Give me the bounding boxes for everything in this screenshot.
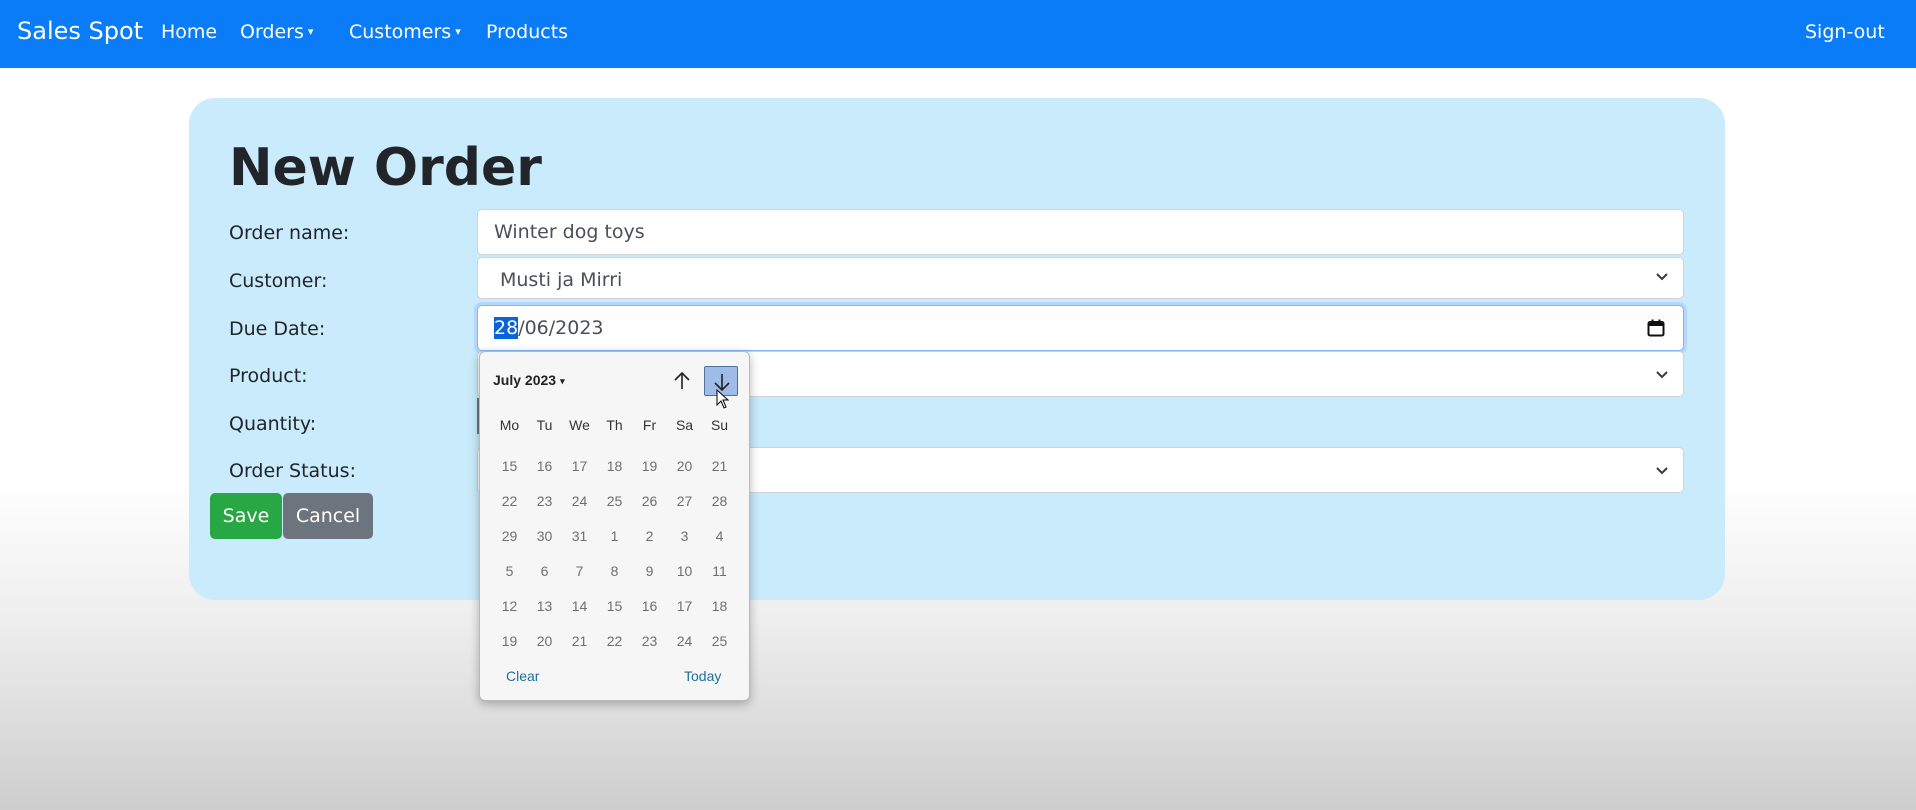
month-year-selector[interactable]: July 2023 ▾ bbox=[493, 372, 565, 388]
calendar-day[interactable]: 21 bbox=[562, 633, 597, 649]
calendar-day[interactable]: 1 bbox=[597, 528, 632, 544]
calendar-day[interactable]: 20 bbox=[667, 458, 702, 474]
due-date-rest: /06/2023 bbox=[518, 317, 604, 339]
calendar-day[interactable]: 23 bbox=[632, 633, 667, 649]
calendar-day[interactable]: 2 bbox=[632, 528, 667, 544]
weekday-header: We bbox=[569, 417, 590, 433]
calendar-day[interactable]: 16 bbox=[632, 598, 667, 614]
nav-orders-label: Orders bbox=[240, 21, 304, 43]
calendar-day[interactable]: 12 bbox=[492, 598, 527, 614]
nav-products[interactable]: Products bbox=[486, 21, 568, 43]
arrow-up-icon bbox=[674, 371, 690, 389]
caret-down-icon: ▾ bbox=[307, 25, 314, 38]
calendar-day[interactable]: 7 bbox=[562, 563, 597, 579]
order-status-label: Order Status: bbox=[229, 460, 356, 482]
calendar-day[interactable]: 25 bbox=[702, 633, 737, 649]
calendar-day[interactable]: 25 bbox=[597, 493, 632, 509]
calendar-day[interactable]: 18 bbox=[597, 458, 632, 474]
calendar-day[interactable]: 26 bbox=[632, 493, 667, 509]
calendar-day[interactable]: 17 bbox=[562, 458, 597, 474]
calendar-day[interactable]: 27 bbox=[667, 493, 702, 509]
weekday-header: Su bbox=[710, 417, 729, 433]
navbar: Sales Spot Home Orders ▾ Customers ▾ Produ… bbox=[0, 0, 1916, 68]
mouse-pointer-icon bbox=[716, 389, 730, 409]
calendar-day[interactable]: 30 bbox=[527, 528, 562, 544]
calendar-day[interactable]: 19 bbox=[632, 458, 667, 474]
order-name-label: Order name: bbox=[229, 222, 350, 244]
brand-logo[interactable]: Sales Spot bbox=[17, 17, 143, 45]
chevron-down-icon bbox=[1656, 273, 1668, 281]
calendar-day[interactable]: 23 bbox=[527, 493, 562, 509]
due-date-label: Due Date: bbox=[229, 318, 326, 340]
calendar-day[interactable]: 9 bbox=[632, 563, 667, 579]
calendar-day[interactable]: 18 bbox=[702, 598, 737, 614]
previous-month-button[interactable] bbox=[665, 366, 699, 396]
weekday-header: Tu bbox=[536, 417, 553, 433]
weekday-header: Mo bbox=[499, 417, 520, 433]
quantity-label: Quantity: bbox=[229, 413, 317, 435]
nav-orders-dropdown[interactable]: Orders ▾ bbox=[240, 21, 313, 43]
customer-value: Musti ja Mirri bbox=[500, 269, 623, 291]
customer-label: Customer: bbox=[229, 270, 328, 292]
calendar-day[interactable]: 22 bbox=[492, 493, 527, 509]
calendar-day[interactable]: 15 bbox=[597, 598, 632, 614]
calendar-day[interactable]: 16 bbox=[527, 458, 562, 474]
calendar-day[interactable]: 4 bbox=[702, 528, 737, 544]
calendar-day[interactable]: 17 bbox=[667, 598, 702, 614]
customer-select[interactable]: Musti ja Mirri bbox=[477, 257, 1684, 299]
due-date-input[interactable]: 28/06/2023 bbox=[477, 305, 1684, 351]
chevron-down-icon bbox=[1656, 467, 1668, 475]
calendar-day[interactable]: 6 bbox=[527, 563, 562, 579]
caret-down-icon: ▾ bbox=[455, 25, 461, 38]
nav-customers-dropdown[interactable]: Customers ▾ bbox=[349, 21, 461, 43]
today-button[interactable]: Today bbox=[684, 668, 721, 684]
calendar-day[interactable]: 11 bbox=[702, 563, 737, 579]
weekday-header: Th bbox=[606, 417, 623, 433]
order-name-input[interactable]: Winter dog toys bbox=[477, 209, 1684, 255]
nav-customers-label: Customers bbox=[349, 21, 452, 43]
clear-button[interactable]: Clear bbox=[506, 668, 539, 684]
calendar-day[interactable]: 3 bbox=[667, 528, 702, 544]
calendar-icon[interactable] bbox=[1647, 319, 1665, 337]
calendar-day[interactable]: 10 bbox=[667, 563, 702, 579]
calendar-day[interactable]: 24 bbox=[667, 633, 702, 649]
calendar-day[interactable]: 22 bbox=[597, 633, 632, 649]
cancel-button[interactable]: Cancel bbox=[283, 493, 373, 539]
calendar-day[interactable]: 21 bbox=[702, 458, 737, 474]
calendar-day[interactable]: 8 bbox=[597, 563, 632, 579]
calendar-day[interactable]: 24 bbox=[562, 493, 597, 509]
weekday-header: Sa bbox=[675, 417, 694, 433]
calendar-day[interactable]: 13 bbox=[527, 598, 562, 614]
calendar-day[interactable]: 14 bbox=[562, 598, 597, 614]
datepicker-popup: July 2023 ▾ Mo Tu We Th Fr Sa Su 15 16 17 18… bbox=[479, 351, 750, 701]
page-title: New Order bbox=[229, 138, 542, 198]
calendar-day[interactable]: 31 bbox=[562, 528, 597, 544]
weekday-header: Fr bbox=[642, 417, 657, 433]
save-button[interactable]: Save bbox=[210, 493, 282, 539]
chevron-down-icon bbox=[1656, 371, 1668, 379]
order-name-value: Winter dog toys bbox=[494, 221, 645, 243]
calendar-day[interactable]: 29 bbox=[492, 528, 527, 544]
calendar-day[interactable]: 20 bbox=[527, 633, 562, 649]
signout-link[interactable]: Sign-out bbox=[1805, 21, 1885, 43]
calendar-day[interactable]: 19 bbox=[492, 633, 527, 649]
calendar-day[interactable]: 15 bbox=[492, 458, 527, 474]
due-date-day-segment: 28 bbox=[494, 317, 519, 339]
product-label: Product: bbox=[229, 365, 308, 387]
calendar-day[interactable]: 5 bbox=[492, 563, 527, 579]
calendar-day[interactable]: 28 bbox=[702, 493, 737, 509]
month-year-label: July 2023 bbox=[493, 372, 557, 388]
nav-home[interactable]: Home bbox=[161, 21, 217, 43]
caret-down-icon: ▾ bbox=[560, 376, 565, 386]
